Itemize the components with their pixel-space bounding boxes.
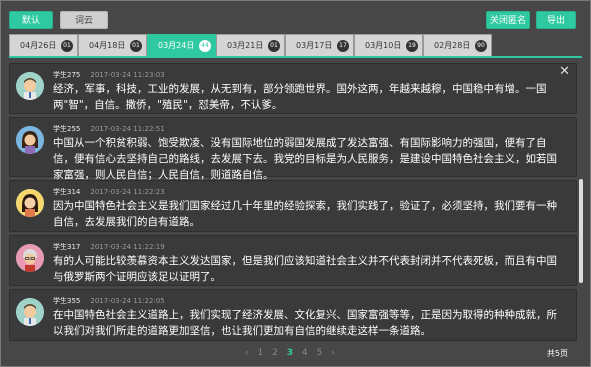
message-card: 学生317 2017-03-24 11:22:19 有的人可能比较羡慕资本主义发达… <box>9 235 577 286</box>
tab-count-badge: 90 <box>475 40 487 52</box>
window-frame: 默认 词云 关闭匿名 导出 04月26日 01 04月18日 01 03月24日 44… <box>0 0 591 367</box>
message-card: 学生255 2017-03-24 11:22:51 中国从一个积贫积弱、饱受欺凌、… <box>9 117 577 181</box>
default-button[interactable]: 默认 <box>9 11 53 29</box>
student-name: 学生317 <box>53 243 81 251</box>
message-meta: 学生275 2017-03-24 11:23:03 <box>53 70 165 80</box>
message-list: 学生275 2017-03-24 11:23:03 经济，军事，科技，工业的发展，… <box>9 63 577 341</box>
tab-label: 04月18日 <box>89 41 126 50</box>
message-meta: 学生255 2017-03-24 11:22:51 <box>53 124 165 134</box>
date-tab[interactable]: 03月21日 01 <box>216 34 285 56</box>
tab-count-badge: 01 <box>130 40 142 52</box>
pagination: ‹ 1 2 3 4 5 › <box>245 348 341 358</box>
close-anonymous-button[interactable]: 关闭匿名 <box>486 11 530 29</box>
page-link[interactable]: 1 <box>257 348 263 358</box>
tab-label: 02月28日 <box>434 41 471 50</box>
page-link[interactable]: 2 <box>272 348 278 358</box>
tab-label: 03月17日 <box>296 41 333 50</box>
boy-avatar-icon <box>16 72 44 100</box>
scrollbar[interactable] <box>579 179 583 283</box>
message-meta: 学生317 2017-03-24 11:22:19 <box>53 242 165 252</box>
close-icon[interactable]: ✕ <box>559 64 570 79</box>
tab-label: 03月24日 <box>158 41 195 50</box>
message-text: 有的人可能比较羡慕资本主义发达国家，但是我们应该知道社会主义并不代表封闭并不代表… <box>53 255 557 283</box>
girl-avatar-icon <box>16 189 44 217</box>
message-time: 2017-03-24 11:22:19 <box>90 243 165 251</box>
message-card: 学生355 2017-03-24 11:22:05 在中国特色社会主义道路上，我们… <box>9 289 577 341</box>
message-time: 2017-03-24 11:22:23 <box>90 188 165 196</box>
tab-label: 03月21日 <box>227 41 264 50</box>
page-link[interactable]: 5 <box>316 348 322 358</box>
tab-count-badge: 17 <box>337 40 349 52</box>
message-text: 因为中国特色社会主义是我们国家经过几十年里的经验探索，我们实践了，验证了，必须坚… <box>53 200 557 228</box>
message-time: 2017-03-24 11:22:05 <box>90 297 165 305</box>
message-text: 经济，军事，科技，工业的发展，从无到有，部分领跑世界。国外这两，年越来越穆，中国… <box>53 83 547 111</box>
tab-underline <box>9 56 582 58</box>
message-text: 中国从一个积贫积弱、饱受欺凌、没有国际地位的弱国发展成了发达富强、有国际影响力的… <box>53 137 557 181</box>
total-pages: 共5页 <box>546 349 568 358</box>
student-name: 学生275 <box>53 71 81 79</box>
tab-count-badge: 19 <box>406 40 418 52</box>
toolbar: 默认 词云 关闭匿名 导出 <box>9 11 582 31</box>
grandma-avatar-icon <box>16 244 44 272</box>
tab-count-badge: 01 <box>61 40 73 52</box>
message-text: 在中国特色社会主义道路上，我们实现了经济发展、文化复兴、国家富强等等，正是因为取… <box>53 309 557 337</box>
page-link[interactable]: 4 <box>302 348 308 358</box>
date-tab[interactable]: 02月28日 90 <box>423 34 492 56</box>
message-meta: 学生314 2017-03-24 11:22:23 <box>53 187 165 197</box>
student-name: 学生255 <box>53 125 81 133</box>
message-time: 2017-03-24 11:23:03 <box>90 71 165 79</box>
student-name: 学生314 <box>53 188 81 196</box>
date-tab[interactable]: 04月26日 01 <box>9 34 78 56</box>
next-page-button[interactable]: › <box>331 348 335 358</box>
student-name: 学生355 <box>53 297 81 305</box>
date-tab[interactable]: 04月18日 01 <box>78 34 147 56</box>
tab-label: 03月10日 <box>365 41 402 50</box>
date-tab[interactable]: 03月17日 17 <box>285 34 354 56</box>
message-time: 2017-03-24 11:22:51 <box>90 125 165 133</box>
message-card: 学生275 2017-03-24 11:23:03 经济，军事，科技，工业的发展，… <box>9 63 577 114</box>
girl-avatar-icon <box>16 126 44 154</box>
message-card: 学生314 2017-03-24 11:22:23 因为中国特色社会主义是我们国家… <box>9 180 577 232</box>
date-tab[interactable]: 03月10日 19 <box>354 34 423 56</box>
date-tab-active[interactable]: 03月24日 44 <box>147 34 216 56</box>
tab-label: 04月26日 <box>20 41 57 50</box>
message-meta: 学生355 2017-03-24 11:22:05 <box>53 296 165 306</box>
date-tabs: 04月26日 01 04月18日 01 03月24日 44 03月21日 01 03月1… <box>9 34 581 56</box>
word-cloud-button[interactable]: 词云 <box>60 11 108 29</box>
tab-count-badge: 01 <box>268 40 280 52</box>
prev-page-button[interactable]: ‹ <box>245 348 249 358</box>
boy-avatar-icon <box>16 298 44 326</box>
page-link-current[interactable]: 3 <box>287 348 293 358</box>
tab-count-badge: 44 <box>199 40 211 52</box>
export-button[interactable]: 导出 <box>536 11 576 29</box>
